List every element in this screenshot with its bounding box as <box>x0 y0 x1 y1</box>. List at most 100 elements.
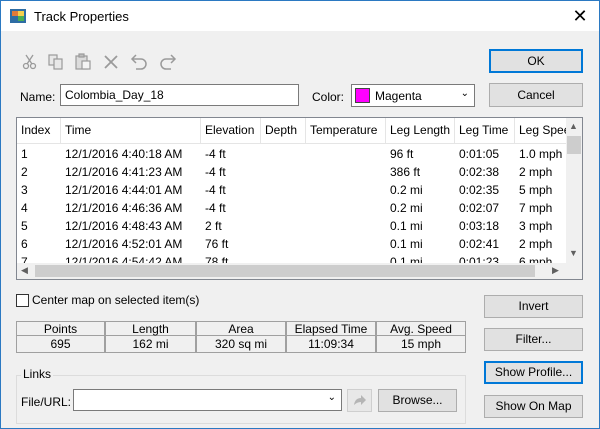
column-header[interactable]: Elevation <box>201 118 261 143</box>
table-cell: 2 <box>21 165 28 179</box>
go-arrow-icon <box>354 395 366 405</box>
table-cell: -4 ft <box>205 147 226 161</box>
vertical-scrollbar[interactable]: ▲ ▼ <box>566 118 582 263</box>
table-cell <box>261 163 306 181</box>
track-properties-dialog: Track Properties ✕ OK Cancel Name: Colom… <box>0 0 600 429</box>
column-header[interactable]: Depth <box>261 118 306 143</box>
chevron-down-icon: ⌄ <box>460 88 469 99</box>
invert-button[interactable]: Invert <box>484 295 583 318</box>
table-cell: 0.2 mi <box>390 201 423 215</box>
stat-value: 320 sq mi <box>196 336 286 353</box>
scroll-down-icon[interactable]: ▼ <box>569 248 578 258</box>
table-cell: 12/1/2016 4:44:01 AM <box>65 183 183 197</box>
browse-button[interactable]: Browse... <box>378 389 457 412</box>
ok-button[interactable]: OK <box>489 49 583 73</box>
table-cell <box>261 235 306 253</box>
vertical-scroll-thumb[interactable] <box>567 136 581 154</box>
chevron-down-icon[interactable]: ⌄ <box>328 392 336 403</box>
file-url-input[interactable]: ⌄ <box>73 389 342 411</box>
column-header[interactable]: Temperature <box>306 118 386 143</box>
table-cell: 0:01:05 <box>459 147 500 161</box>
table-cell: 0.1 mi <box>390 237 423 251</box>
close-icon[interactable]: ✕ <box>569 5 591 27</box>
delete-icon[interactable] <box>102 53 120 71</box>
stat-value: 15 mph <box>376 336 466 353</box>
table-cell: -4 ft <box>205 201 226 215</box>
table-cell: 4 <box>21 201 28 215</box>
table-cell: 0:02:41 <box>459 237 500 251</box>
stat-elapsed-time: Elapsed Time 11:09:34 <box>286 321 376 354</box>
center-map-label: Center map on selected item(s) <box>32 293 200 307</box>
table-cell <box>261 181 306 199</box>
table-header: Index Time Elevation Depth Temperature L… <box>17 118 575 144</box>
table-row[interactable]: 1 12/1/2016 4:40:18 AM -4 ft 96 ft 0:01:05 1.… <box>17 145 566 163</box>
horizontal-scrollbar[interactable]: ◀ ▶ <box>17 263 566 279</box>
table-cell <box>306 199 386 217</box>
stat-area: Area 320 sq mi <box>196 321 286 354</box>
scroll-corner <box>566 263 582 279</box>
table-cell <box>306 217 386 235</box>
table-cell <box>306 163 386 181</box>
color-value: Magenta <box>375 89 422 103</box>
filter-button[interactable]: Filter... <box>484 328 583 351</box>
table-cell <box>261 145 306 163</box>
table-row[interactable]: 2 12/1/2016 4:41:23 AM -4 ft 386 ft 0:02:38 2… <box>17 163 566 181</box>
column-header[interactable]: Time <box>61 118 201 143</box>
table-row[interactable]: 3 12/1/2016 4:44:01 AM -4 ft 0.2 mi 0:02:35 5… <box>17 181 566 199</box>
table-row[interactable]: 5 12/1/2016 4:48:43 AM 2 ft 0.1 mi 0:03:18 3 … <box>17 217 566 235</box>
table-cell: -4 ft <box>205 183 226 197</box>
window-title: Track Properties <box>34 9 129 24</box>
table-cell: 386 ft <box>390 165 421 179</box>
stat-length: Length 162 mi <box>105 321 196 354</box>
table-cell: 0.2 mi <box>390 183 423 197</box>
stat-value: 11:09:34 <box>286 336 376 353</box>
stat-avg-speed: Avg. Speed 15 mph <box>376 321 466 354</box>
column-header[interactable]: Leg Length <box>386 118 455 143</box>
table-cell: 5 <box>21 219 28 233</box>
table-cell: 3 <box>21 183 28 197</box>
table-cell: 0:02:35 <box>459 183 500 197</box>
table-row[interactable]: 6 12/1/2016 4:52:01 AM 76 ft 0.1 mi 0:02:41 2… <box>17 235 566 253</box>
color-select[interactable]: Magenta ⌄ <box>351 84 475 107</box>
table-cell: 0:02:38 <box>459 165 500 179</box>
scroll-up-icon[interactable]: ▲ <box>569 121 578 131</box>
table-row[interactable]: 4 12/1/2016 4:46:36 AM -4 ft 0.2 mi 0:02:07 7… <box>17 199 566 217</box>
column-header[interactable]: Leg Time <box>455 118 515 143</box>
table-cell: 0:03:18 <box>459 219 500 233</box>
cancel-button[interactable]: Cancel <box>489 83 583 107</box>
color-label: Color: <box>312 90 345 104</box>
table-cell <box>306 181 386 199</box>
links-group-label: Links <box>21 367 54 381</box>
title-bar: Track Properties ✕ <box>1 1 599 31</box>
table-cell: 96 ft <box>390 147 414 161</box>
table-cell <box>306 235 386 253</box>
copy-icon[interactable] <box>47 53 65 71</box>
stat-label: Area <box>196 321 286 336</box>
table-cell: 12/1/2016 4:40:18 AM <box>65 147 183 161</box>
horizontal-scroll-thumb[interactable] <box>35 265 535 277</box>
table-cell: 12/1/2016 4:48:43 AM <box>65 219 183 233</box>
column-header[interactable]: Index <box>17 118 61 143</box>
stat-value: 695 <box>16 336 105 353</box>
center-map-checkbox[interactable] <box>16 294 29 307</box>
scroll-left-icon[interactable]: ◀ <box>21 265 28 276</box>
name-input[interactable]: Colombia_Day_18 <box>60 84 299 106</box>
show-on-map-button[interactable]: Show On Map <box>484 395 583 418</box>
undo-icon[interactable] <box>129 53 147 71</box>
paste-icon[interactable] <box>74 53 92 71</box>
show-profile-button[interactable]: Show Profile... <box>484 361 583 384</box>
stat-label: Length <box>105 321 196 336</box>
cut-icon[interactable] <box>21 53 39 71</box>
table-cell: 12/1/2016 4:46:36 AM <box>65 201 183 215</box>
stat-value: 162 mi <box>105 336 196 353</box>
track-points-table[interactable]: Index Time Elevation Depth Temperature L… <box>16 117 583 280</box>
app-icon <box>10 9 26 23</box>
table-cell <box>261 217 306 235</box>
redo-icon[interactable] <box>158 53 177 71</box>
open-link-button[interactable] <box>347 389 372 412</box>
table-cell: 0:02:07 <box>459 201 500 215</box>
name-label: Name: <box>20 90 56 104</box>
color-swatch <box>355 88 370 103</box>
scroll-right-icon[interactable]: ▶ <box>552 265 559 276</box>
stat-points: Points 695 <box>16 321 105 354</box>
